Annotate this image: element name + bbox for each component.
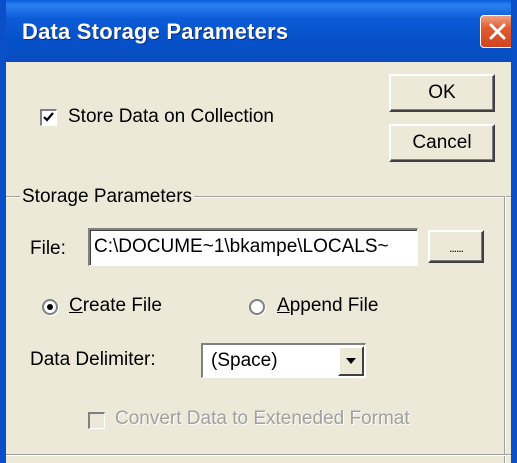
window-border-right: [511, 0, 517, 463]
file-label: File:: [30, 238, 66, 259]
window-title: Data Storage Parameters: [22, 19, 289, 44]
data-delimiter-select[interactable]: (Space): [201, 343, 366, 378]
file-path-input[interactable]: C:\DOCUME~1\bkampe\LOCALS~: [88, 228, 418, 266]
append-file-accel: A: [277, 295, 290, 316]
convert-data-checkbox[interactable]: [88, 412, 105, 429]
append-file-label-rest: ppend File: [289, 295, 379, 316]
append-file-radio[interactable]: [249, 299, 265, 315]
cancel-button[interactable]: Cancel: [389, 124, 495, 162]
create-file-label[interactable]: Create File: [69, 295, 162, 317]
dropdown-button[interactable]: [338, 346, 364, 376]
create-file-radio[interactable]: [42, 299, 58, 315]
create-file-label-rest: reate File: [82, 295, 162, 316]
browse-button-label: ......: [448, 241, 464, 255]
storage-parameters-group-label: Storage Parameters: [20, 186, 195, 208]
cancel-button-label: Cancel: [412, 132, 472, 153]
title-bar[interactable]: Data Storage Parameters: [0, 0, 517, 62]
store-data-label[interactable]: Store Data on Collection: [68, 106, 274, 128]
group-border-right: [504, 196, 506, 463]
dialog-client-area: Store Data on Collection OK Cancel Stora…: [6, 62, 511, 463]
convert-data-label: Convert Data to Exteneded Format: [115, 408, 410, 429]
ok-button[interactable]: OK: [389, 74, 495, 112]
data-delimiter-value: (Space): [211, 350, 278, 371]
close-icon: [489, 23, 506, 40]
data-delimiter-label: Data Delimiter:: [30, 349, 156, 370]
close-button[interactable]: [480, 15, 515, 48]
chevron-down-icon: [346, 358, 356, 364]
browse-button[interactable]: ......: [428, 230, 484, 263]
create-file-accel: C: [69, 295, 83, 316]
group-border-bottom: [6, 454, 511, 456]
store-data-checkbox[interactable]: [40, 109, 57, 126]
radio-selected-dot: [47, 304, 53, 310]
dialog-window: Data Storage Parameters Store Data on Co…: [0, 0, 517, 463]
ok-button-label: OK: [428, 82, 456, 103]
append-file-label[interactable]: Append File: [277, 295, 378, 317]
check-icon: [43, 112, 54, 122]
